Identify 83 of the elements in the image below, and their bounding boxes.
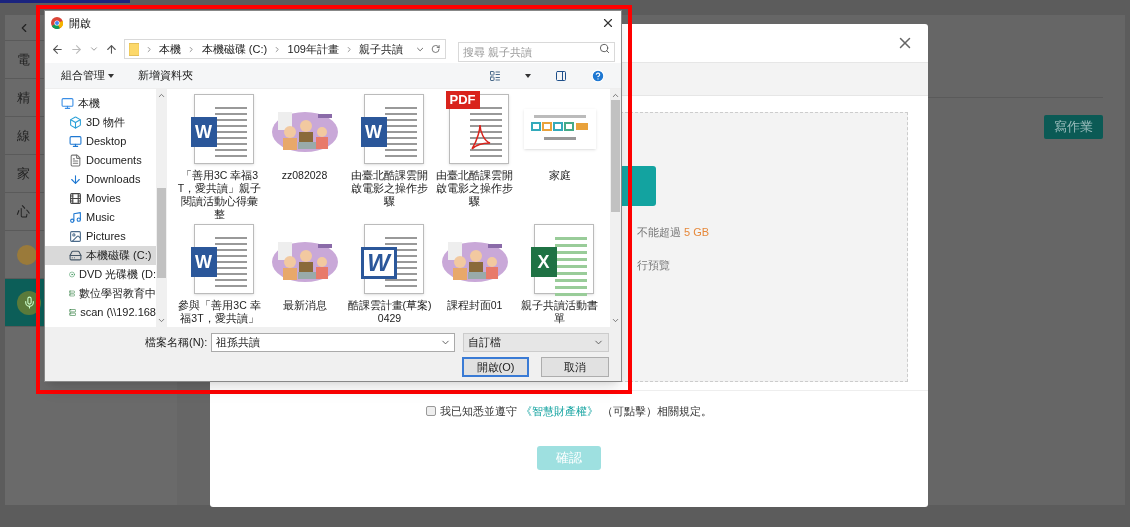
forward-icon[interactable] xyxy=(69,42,83,56)
open-button[interactable]: 開啟(O) xyxy=(462,357,529,377)
file-name-field[interactable]: 祖孫共讀 xyxy=(211,333,455,352)
tree-item[interactable]: Downloads xyxy=(45,170,156,189)
search-field[interactable]: 搜尋 親子共讀 xyxy=(457,42,615,62)
file-name[interactable]: 課程封面01 xyxy=(432,299,517,312)
window-title: 開啟 xyxy=(69,15,91,31)
tree-item[interactable]: Movies xyxy=(45,189,156,208)
cube-icon xyxy=(69,116,82,129)
file-name[interactable]: 由臺北酷課雲開啟電影之操作步驟 xyxy=(347,169,432,208)
scrollbar[interactable] xyxy=(156,89,167,327)
chevron-icon xyxy=(273,44,282,54)
tree-item[interactable]: 數位學習教育中 xyxy=(45,284,156,303)
file-name[interactable]: 「善用3C 幸福3T，愛共讀」親子閱讀活動心得彙整 xyxy=(177,169,262,221)
caret-icon xyxy=(108,73,114,78)
network-drive-icon xyxy=(69,287,75,300)
address-bar[interactable]: 本機 本機磁碟 (C:) 109年計畫 親子共讀 xyxy=(123,39,446,59)
folder-icon xyxy=(128,42,139,56)
tree-item[interactable]: 本機磁碟 (C:) xyxy=(45,246,156,265)
tree-item[interactable]: DVD 光碟機 (D: xyxy=(45,265,156,284)
browser-icon xyxy=(51,17,63,29)
view-icon[interactable] xyxy=(489,69,501,82)
document-icon xyxy=(69,154,82,167)
tree-item[interactable]: Desktop xyxy=(45,132,156,151)
file-icon: W xyxy=(363,94,424,164)
film-icon xyxy=(69,192,82,205)
caret-icon[interactable] xyxy=(525,73,531,78)
write-button[interactable]: 寫作業 xyxy=(1044,115,1103,139)
file-name[interactable]: 親子共讀活動書單 xyxy=(517,299,602,325)
drive-icon xyxy=(69,249,82,262)
computer-icon xyxy=(61,97,74,110)
cancel-button[interactable]: 取消 xyxy=(541,357,609,377)
music-icon xyxy=(69,211,82,224)
file-icon: X xyxy=(533,224,594,294)
scroll-down-icon[interactable] xyxy=(157,316,166,325)
image-icon xyxy=(69,230,82,243)
up-icon[interactable] xyxy=(104,42,118,56)
chevron-icon xyxy=(145,44,154,54)
scroll-up-icon[interactable] xyxy=(157,91,166,100)
scroll-down-icon[interactable] xyxy=(611,316,620,325)
file-type-select[interactable]: 自訂檔 xyxy=(462,333,609,352)
preview-pane-icon[interactable] xyxy=(555,69,567,82)
tree-item[interactable]: Pictures xyxy=(45,227,156,246)
file-name[interactable]: zz082028 xyxy=(262,169,347,182)
scrollbar[interactable] xyxy=(610,89,621,327)
network-drive-icon xyxy=(69,306,77,319)
search-icon xyxy=(599,43,610,54)
chevron-icon xyxy=(344,44,354,54)
upload-note: 不能超過 5 GB xyxy=(637,225,711,240)
help-icon[interactable] xyxy=(591,68,605,83)
file-icon: W xyxy=(363,224,424,294)
agreement-checkbox[interactable] xyxy=(426,406,436,417)
tree-item[interactable]: 3D 物件 xyxy=(45,113,156,132)
close-icon[interactable] xyxy=(601,16,615,30)
new-folder-button[interactable]: 新增資料夾 xyxy=(138,67,193,84)
recent-icon[interactable] xyxy=(88,44,99,54)
chevron-icon xyxy=(187,44,196,54)
tree-item[interactable]: Documents xyxy=(45,151,156,170)
file-name[interactable]: 家庭 xyxy=(517,169,602,182)
refresh-icon[interactable] xyxy=(431,44,441,54)
file-name[interactable]: 參與「善用3C 幸福3T，愛共讀」 xyxy=(177,299,262,325)
file-name[interactable]: 由臺北酷課雲開啟電影之操作步驟 xyxy=(432,169,517,208)
path-segment[interactable]: 本機 xyxy=(159,40,182,58)
desktop-icon xyxy=(69,135,82,148)
tree-item[interactable]: 本機 xyxy=(45,94,156,113)
file-icon: W xyxy=(193,94,254,164)
organize-menu[interactable]: 組合管理 xyxy=(61,67,114,84)
path-segment[interactable]: 109年計畫 xyxy=(287,40,339,58)
preview-note: 行預覽 xyxy=(637,257,671,273)
back-icon[interactable] xyxy=(51,42,64,56)
agreement-text: 我已知悉並遵守 《智慧財產權》 （可點擊）相關規定。 xyxy=(440,404,712,419)
tree-item[interactable]: Music xyxy=(45,208,156,227)
path-segment[interactable]: 本機磁碟 (C:) xyxy=(201,40,268,58)
scroll-up-icon[interactable] xyxy=(611,91,620,100)
file-name-label: 檔案名稱(N): xyxy=(145,335,208,351)
badge-icon xyxy=(17,244,37,265)
download-icon xyxy=(69,173,82,186)
file-name[interactable]: 最新消息 xyxy=(262,299,347,312)
file-name[interactable]: 酷課雲計畫(草案)0429 xyxy=(347,299,432,325)
path-segment[interactable]: 親子共讀 xyxy=(359,40,404,58)
file-icon: W xyxy=(193,224,254,294)
disc-icon xyxy=(69,268,75,281)
tree-item[interactable]: scan (\\192.168 xyxy=(45,303,156,322)
